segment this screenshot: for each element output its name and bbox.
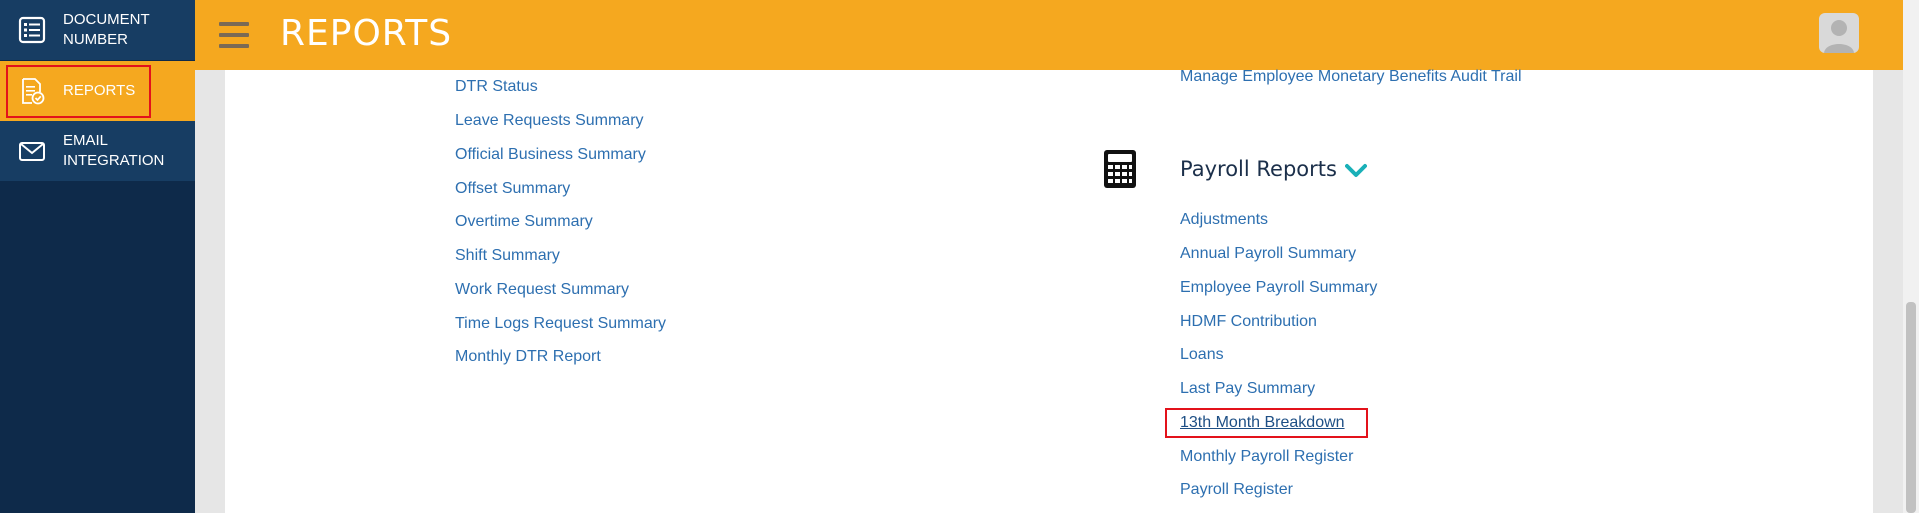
report-link-annual-payroll-summary[interactable]: Annual Payroll Summary [1180, 244, 1356, 264]
report-link-overtime-summary[interactable]: Overtime Summary [455, 212, 593, 232]
sidebar-item-label: Reports [63, 82, 136, 99]
report-link-adjustments[interactable]: Adjustments [1180, 210, 1268, 230]
report-link-hdmf-contribution[interactable]: HDMF Contribution [1180, 312, 1317, 332]
sidebar-item-label: Document Number [63, 11, 150, 48]
report-link-monthly-dtr-report[interactable]: Monthly DTR Report [455, 347, 601, 367]
report-link-payroll-register[interactable]: Payroll Register [1180, 480, 1293, 500]
report-link-official-business-summary[interactable]: Official Business Summary [455, 145, 646, 165]
sidebar-item-label: Email Integration [63, 132, 165, 169]
sidebar-item-reports[interactable]: Reports [0, 61, 195, 121]
report-link-shift-summary[interactable]: Shift Summary [455, 246, 560, 266]
hamburger-menu-icon[interactable] [219, 22, 249, 48]
calculator-icon [1104, 150, 1136, 188]
report-link-monthly-payroll-register[interactable]: Monthly Payroll Register [1180, 447, 1353, 467]
report-link-dtr-status[interactable]: DTR Status [455, 77, 538, 97]
report-link-monetary-benefits-audit-trail[interactable]: Manage Employee Monetary Benefits Audit … [1180, 67, 1522, 87]
report-link-13th-month-breakdown[interactable]: 13th Month Breakdown [1180, 413, 1345, 433]
report-link-work-request-summary[interactable]: Work Request Summary [455, 280, 629, 300]
sidebar-item-email-integration[interactable]: Email Integration [0, 121, 195, 181]
report-link-leave-requests-summary[interactable]: Leave Requests Summary [455, 111, 644, 131]
page-scrollbar-thumb[interactable] [1906, 302, 1916, 513]
sidebar: Document Number Reports Email Integratio… [0, 0, 195, 513]
top-header: REPORTS [195, 0, 1919, 70]
sidebar-item-document-number[interactable]: Document Number [0, 0, 195, 60]
chevron-down-icon[interactable] [1345, 163, 1367, 179]
user-avatar-icon[interactable] [1819, 13, 1859, 53]
report-link-time-logs-request-summary[interactable]: Time Logs Request Summary [455, 314, 666, 334]
list-document-icon [18, 16, 46, 44]
report-link-last-pay-summary[interactable]: Last Pay Summary [1180, 379, 1315, 399]
page-title: REPORTS [280, 13, 453, 54]
report-link-employee-payroll-summary[interactable]: Employee Payroll Summary [1180, 278, 1377, 298]
envelope-icon [19, 142, 45, 161]
report-link-loans[interactable]: Loans [1180, 345, 1224, 365]
report-check-icon [22, 78, 45, 105]
report-link-offset-summary[interactable]: Offset Summary [455, 179, 570, 199]
payroll-reports-title: Payroll Reports [1180, 157, 1337, 181]
